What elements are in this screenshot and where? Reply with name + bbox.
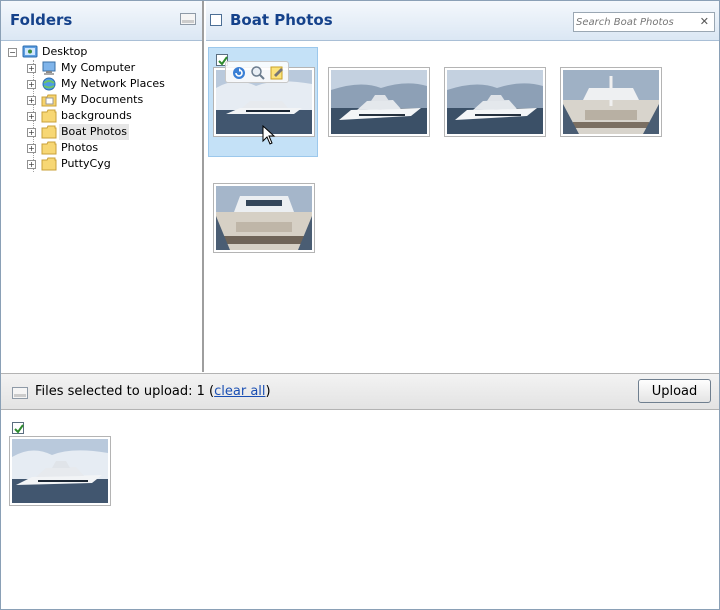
collapse-panel-icon[interactable]	[180, 13, 196, 25]
expand-icon[interactable]: +	[27, 112, 36, 121]
yacht-photo-image	[331, 70, 427, 134]
folder-icon	[41, 109, 57, 123]
files-selected-text: Files selected to upload: 1 (	[35, 384, 215, 399]
folders-header: Folders	[1, 1, 202, 41]
tree-node-puttycyg[interactable]: + PuttyCyg	[5, 156, 200, 172]
documents-folder-icon	[41, 93, 57, 107]
photo-thumbnail[interactable]	[213, 183, 315, 253]
tree-node-desktop[interactable]: − Desktop	[5, 44, 200, 60]
edit-note-icon[interactable]	[269, 65, 285, 81]
photos-title: Boat Photos	[230, 11, 333, 29]
files-selected-status: Files selected to upload: 1 (clear all)	[35, 384, 271, 399]
expand-icon[interactable]: +	[27, 80, 36, 89]
folder-icon	[41, 125, 57, 139]
photo-thumbnail[interactable]	[328, 67, 430, 137]
clear-search-icon[interactable]: ✕	[700, 15, 709, 28]
expand-icon[interactable]: +	[27, 96, 36, 105]
tree-label: My Computer	[61, 61, 136, 74]
photos-header: Boat Photos ✕	[206, 1, 719, 41]
tree-node-boat-photos[interactable]: + Boat Photos	[5, 124, 200, 140]
computer-icon	[41, 61, 57, 75]
photo-hover-toolbar	[225, 61, 289, 83]
search-box: ✕	[573, 12, 715, 32]
tree-node-backgrounds[interactable]: + backgrounds	[5, 108, 200, 124]
yacht-photo-image	[563, 70, 659, 134]
collapse-icon[interactable]: −	[8, 48, 17, 57]
tree-label: My Documents	[61, 93, 144, 106]
tree-label: Boat Photos	[59, 124, 129, 140]
yacht-photo-image	[12, 439, 108, 503]
tree-node-my-computer[interactable]: + My Computer	[5, 60, 200, 76]
rotate-icon[interactable]	[231, 65, 247, 81]
queued-photo-checkbox-checked[interactable]	[12, 422, 24, 434]
tree-label: backgrounds	[61, 109, 132, 122]
photos-panel: Boat Photos ✕	[206, 1, 719, 372]
expand-icon[interactable]: +	[27, 144, 36, 153]
folder-tree: − Desktop + My Computer + My Network Pla…	[5, 44, 200, 172]
photo-thumbnail[interactable]	[444, 67, 546, 137]
tree-node-my-network-places[interactable]: + My Network Places	[5, 76, 200, 92]
expand-icon[interactable]: +	[27, 160, 36, 169]
upload-queue	[1, 411, 719, 609]
tree-label: Photos	[61, 141, 99, 154]
select-all-checkbox[interactable]	[210, 14, 222, 26]
photo-thumbnail[interactable]	[560, 67, 662, 137]
queued-photo-thumbnail[interactable]	[9, 436, 111, 506]
desktop-icon	[22, 45, 38, 59]
tree-label: Desktop	[42, 45, 88, 58]
folders-title: Folders	[10, 11, 73, 29]
expand-icon[interactable]: +	[27, 64, 36, 73]
zoom-icon[interactable]	[250, 65, 266, 81]
tree-label: My Network Places	[61, 77, 165, 90]
network-icon	[41, 77, 57, 91]
folders-panel: Folders − Desktop + My Computer + My Net…	[1, 1, 204, 372]
tree-node-my-documents[interactable]: + My Documents	[5, 92, 200, 108]
mouse-cursor-icon	[262, 124, 276, 148]
files-selected-suffix: )	[265, 384, 271, 399]
folder-icon	[41, 157, 57, 171]
expand-icon[interactable]: +	[27, 128, 36, 137]
search-input[interactable]	[576, 15, 696, 29]
upload-toolbar: Files selected to upload: 1 (clear all) …	[1, 373, 719, 410]
tree-label: PuttyCyg	[61, 157, 111, 170]
photo-uploader-window: Folders − Desktop + My Computer + My Net…	[0, 0, 720, 610]
yacht-photo-image	[216, 186, 312, 250]
tree-node-photos[interactable]: + Photos	[5, 140, 200, 156]
collapse-upload-icon[interactable]	[12, 387, 28, 399]
folder-icon	[41, 141, 57, 155]
upload-button[interactable]: Upload	[638, 379, 711, 403]
yacht-photo-image	[447, 70, 543, 134]
clear-all-link[interactable]: clear all	[214, 384, 265, 399]
